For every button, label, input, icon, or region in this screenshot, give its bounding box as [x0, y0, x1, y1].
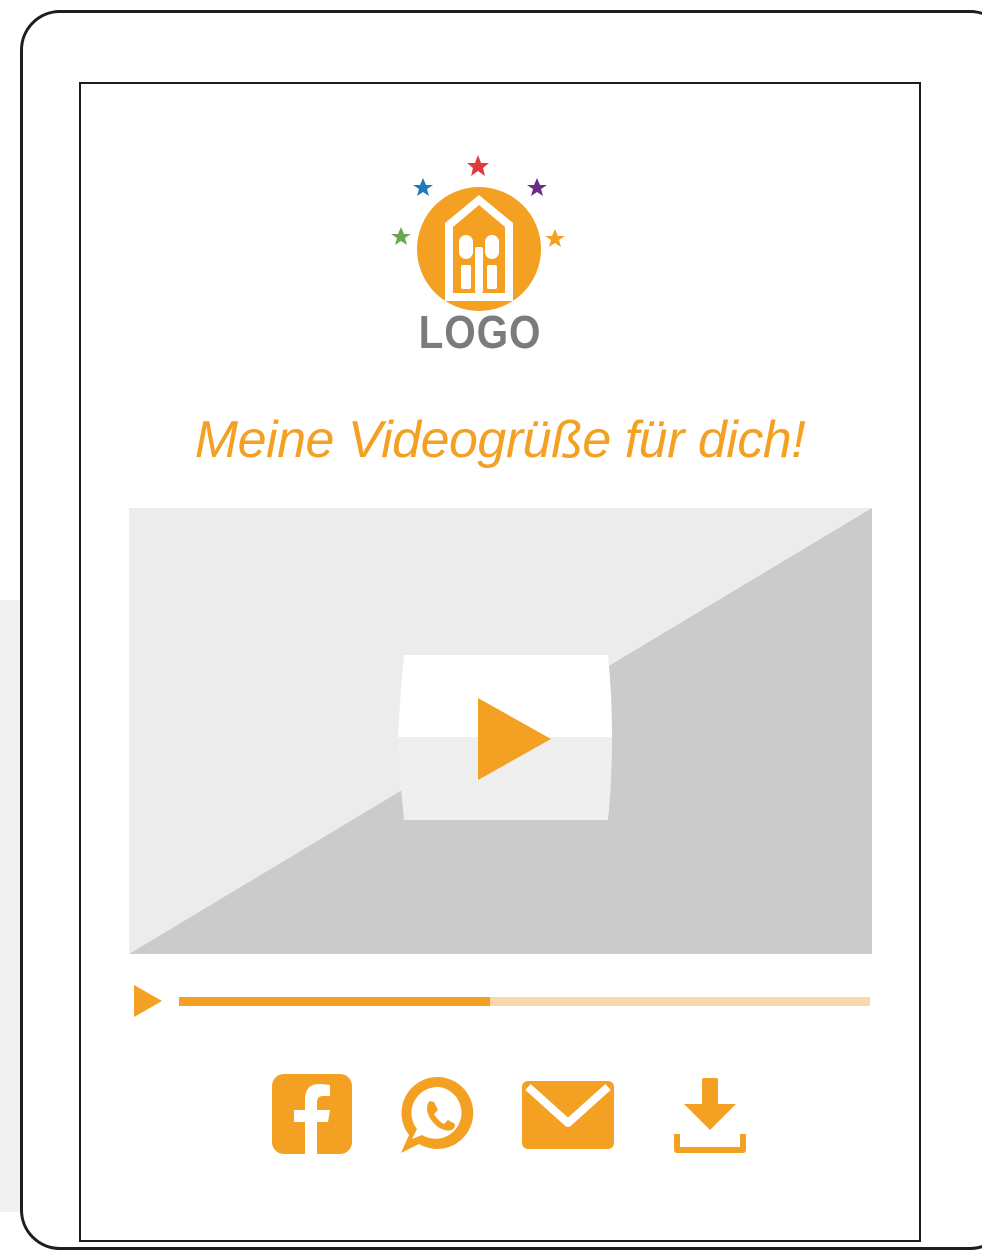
- logo-house-stars-icon: [391, 155, 565, 311]
- video-progress: [134, 983, 872, 1017]
- star-green-icon: [391, 227, 411, 245]
- facebook-icon[interactable]: [272, 1074, 352, 1154]
- mail-icon[interactable]: [522, 1081, 614, 1149]
- whatsapp-icon[interactable]: [397, 1073, 481, 1157]
- small-play-icon[interactable]: [134, 985, 164, 1017]
- play-card-shape: [398, 655, 612, 820]
- download-icon[interactable]: [674, 1078, 746, 1154]
- logo-text: LOGO: [418, 306, 542, 358]
- star-blue-icon: [413, 178, 433, 196]
- page-title: Meine Videogrüße für dich!: [194, 411, 806, 469]
- star-orange-icon: [545, 229, 565, 247]
- star-purple-icon: [527, 178, 547, 196]
- star-red-icon: [467, 155, 489, 176]
- play-button[interactable]: [398, 655, 614, 820]
- progress-fill: [179, 997, 490, 1006]
- progress-track[interactable]: [179, 997, 870, 1006]
